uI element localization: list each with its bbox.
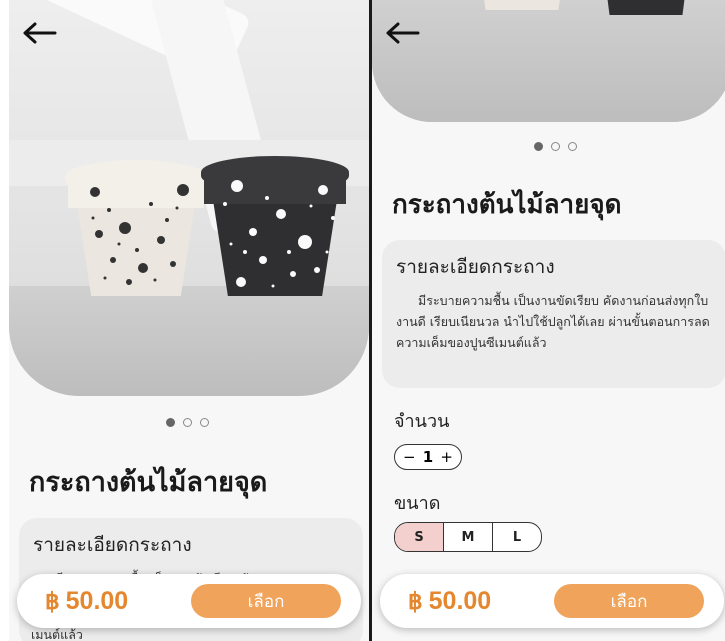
carousel-dot-3[interactable] (568, 142, 577, 151)
product-screen-scrolled: กระถางต้นไม้ลายจุด รายละเอียดกระถาง มีระ… (370, 0, 725, 641)
back-button[interactable] (23, 22, 57, 44)
details-heading: รายละเอียดกระถาง (396, 256, 555, 278)
product-image (372, 0, 725, 122)
carousel-dot-3[interactable] (200, 418, 209, 427)
size-option-m[interactable]: M (444, 523, 493, 551)
purchase-bar: ฿ 50.00 เลือก (380, 574, 724, 628)
select-button[interactable]: เลือก (554, 584, 704, 618)
size-selector: S M L (394, 522, 542, 552)
increment-button[interactable]: + (440, 448, 453, 466)
carousel-indicator (534, 142, 577, 151)
white-pot-image (462, 0, 582, 10)
quantity-label: จำนวน (394, 411, 450, 432)
price: ฿ 50.00 (408, 587, 491, 616)
price-value: 50.00 (428, 586, 492, 615)
decrement-button[interactable]: − (403, 448, 416, 466)
currency-symbol: ฿ (408, 587, 423, 614)
carousel-indicator (166, 418, 209, 427)
back-button[interactable] (386, 22, 420, 44)
price: ฿ 50.00 (45, 587, 128, 616)
product-title: กระถางต้นไม้ลายจุด (29, 467, 268, 498)
price-value: 50.00 (65, 586, 129, 615)
details-card: รายละเอียดกระถาง มีระบายความชื้น เป็นงาน… (382, 240, 725, 388)
black-pot-image (586, 0, 706, 15)
carousel-dot-1[interactable] (166, 418, 175, 427)
carousel-dot-2[interactable] (183, 418, 192, 427)
arrow-left-icon (23, 22, 57, 44)
details-heading: รายละเอียดกระถาง (33, 534, 192, 556)
carousel-dot-2[interactable] (551, 142, 560, 151)
quantity-value: 1 (422, 448, 434, 466)
size-option-s[interactable]: S (395, 523, 444, 551)
purchase-bar: ฿ 50.00 เลือก (17, 574, 361, 628)
currency-symbol: ฿ (45, 587, 60, 614)
size-label: ขนาด (394, 493, 441, 514)
arrow-left-icon (386, 22, 420, 44)
black-pot-image (201, 156, 349, 296)
product-image (9, 0, 369, 396)
select-button[interactable]: เลือก (191, 584, 341, 618)
product-title: กระถางต้นไม้ลายจุด (392, 190, 622, 220)
details-text: มีระบายความชื้น เป็นงานขัดเรียบ คัดงานก่… (396, 293, 710, 350)
product-screen-top: กระถางต้นไม้ลายจุด รายละเอียดกระถาง มีระ… (9, 0, 371, 641)
white-pot-image (65, 160, 207, 296)
size-option-l[interactable]: L (493, 523, 541, 551)
quantity-stepper: − 1 + (394, 444, 462, 470)
carousel-dot-1[interactable] (534, 142, 543, 151)
